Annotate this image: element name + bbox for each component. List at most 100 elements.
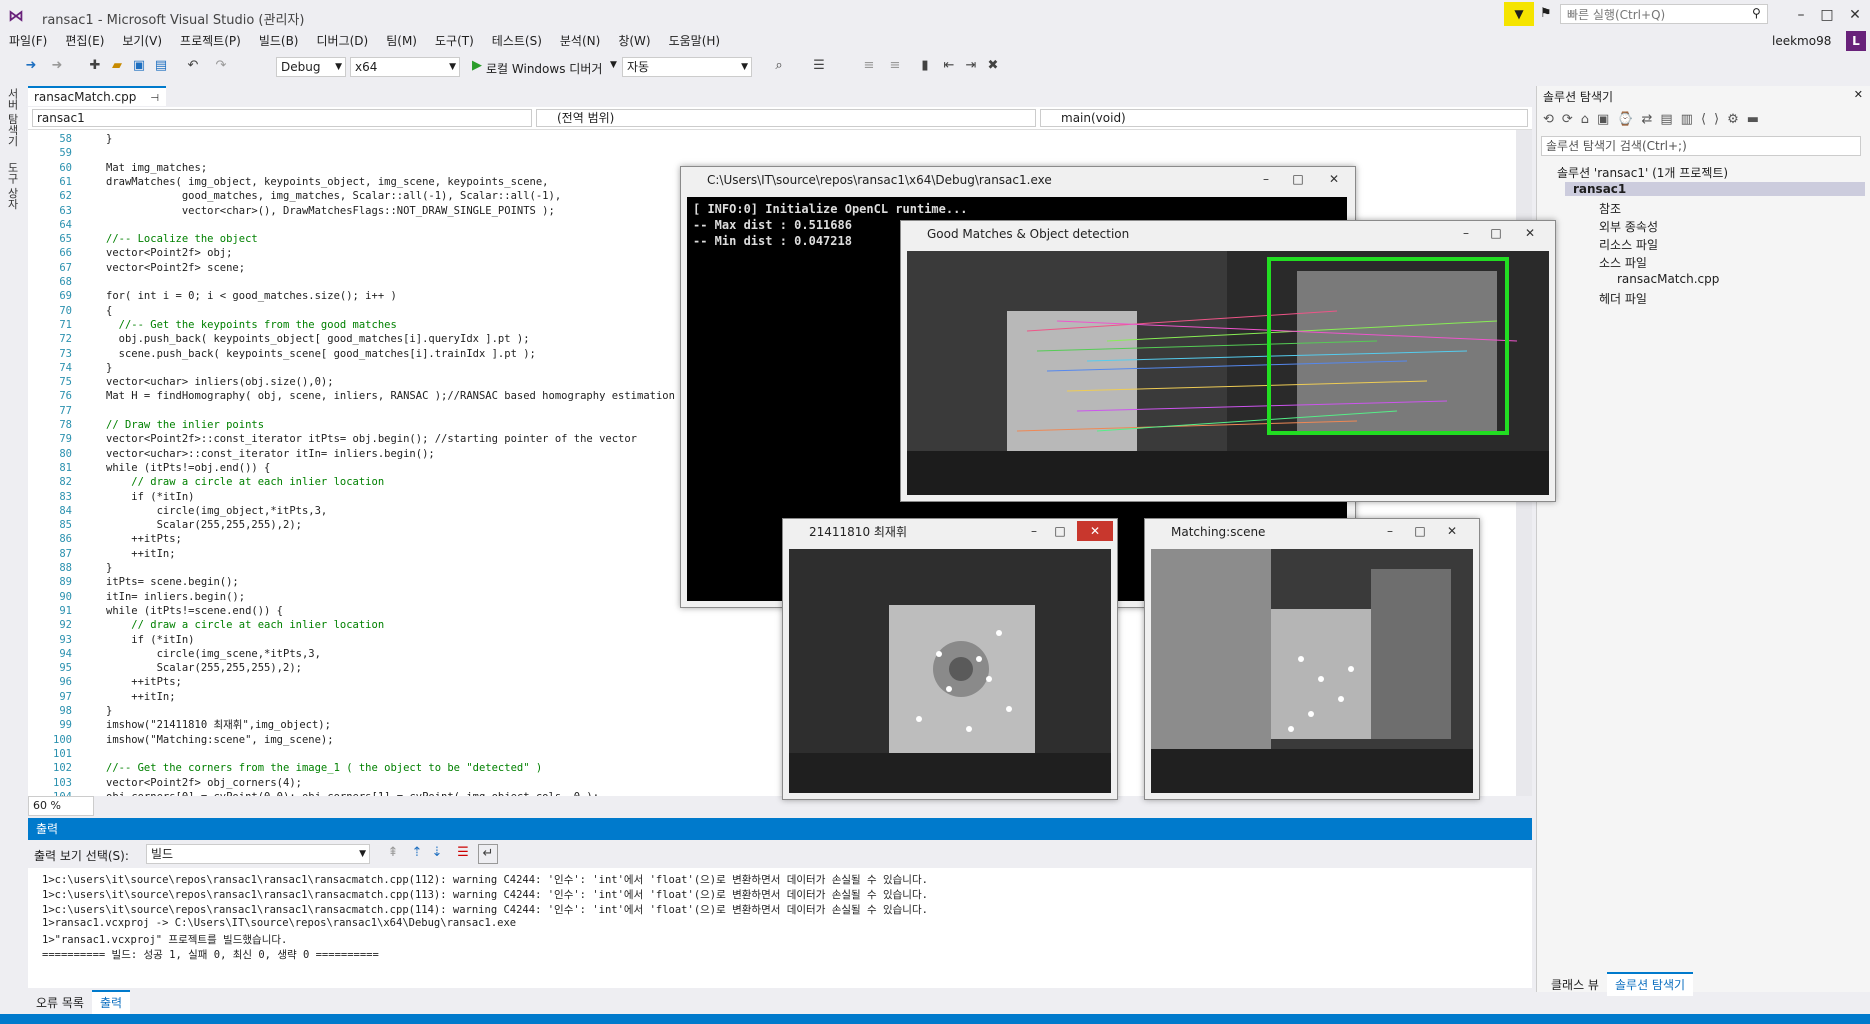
menu-test[interactable]: 테스트(S) xyxy=(483,30,551,52)
save-all-icon[interactable]: ▤ xyxy=(152,57,170,75)
outdent-icon[interactable]: ≡ xyxy=(886,57,904,75)
maximize-button[interactable]: □ xyxy=(1407,521,1433,541)
tab-class-view[interactable]: 클래스 뷰 xyxy=(1543,974,1607,996)
output-text[interactable]: 1>c:\users\it\source\repos\ransac1\ransa… xyxy=(28,868,1532,988)
tree-references[interactable]: 참조 xyxy=(1599,200,1621,217)
clear-all-icon[interactable]: ☰ xyxy=(454,844,472,862)
output-line: 1>ransac1.vcxproj -> C:\Users\IT\source\… xyxy=(42,917,517,929)
menu-view[interactable]: 보기(V) xyxy=(113,30,171,52)
forward-icon[interactable]: ➜ xyxy=(48,57,66,75)
server-explorer-tab[interactable]: 서버 탐색기 xyxy=(4,88,20,147)
tab-solution-explorer[interactable]: 솔루션 탐색기 xyxy=(1606,972,1694,996)
close-button[interactable]: ✕ xyxy=(1517,223,1543,243)
open-file-icon[interactable]: ▰ xyxy=(108,57,126,75)
solution-explorer-toolbar[interactable]: ⟲⟳⌂▣⌚⇄▤▥⟨⟩⚙▬ xyxy=(1543,112,1767,127)
scope-select[interactable]: (전역 범위) xyxy=(536,109,1036,127)
console-line: [ INFO:0] Initialize OpenCL runtime... xyxy=(693,202,968,216)
matches-window[interactable]: Good Matches & Object detection – □ ✕ xyxy=(900,220,1556,502)
minimize-button[interactable]: – xyxy=(1253,169,1279,189)
maximize-button[interactable]: □ xyxy=(1483,223,1509,243)
platform-select[interactable]: x64 ▼ xyxy=(350,57,460,77)
maximize-button[interactable]: □ xyxy=(1047,521,1073,541)
minimize-button[interactable]: – xyxy=(1021,521,1047,541)
configuration-select[interactable]: Debug ▼ xyxy=(276,57,346,77)
code-text: vector<uchar> inliers(obj.size(),0); xyxy=(106,376,334,389)
find-message-icon[interactable]: ⇞ xyxy=(384,844,402,862)
menu-help[interactable]: 도움말(H) xyxy=(660,30,730,52)
project-select[interactable]: ransac1 xyxy=(32,109,532,127)
tree-source-files[interactable]: 소스 파일 xyxy=(1599,254,1647,271)
close-button[interactable]: ✕ xyxy=(1321,169,1347,189)
menu-edit[interactable]: 편집(E) xyxy=(56,30,113,52)
new-project-icon[interactable]: ✚ xyxy=(86,57,104,75)
back-icon[interactable]: ➜ xyxy=(22,57,40,75)
menu-build[interactable]: 빌드(B) xyxy=(250,30,308,52)
chevron-down-icon[interactable]: ▼ xyxy=(610,60,617,70)
menu-project[interactable]: 프로젝트(P) xyxy=(171,30,250,52)
tab-error-list[interactable]: 오류 목록 xyxy=(28,992,92,1014)
avatar[interactable]: L xyxy=(1846,31,1866,51)
word-wrap-icon[interactable]: ↵ xyxy=(478,844,498,864)
solution-config-select[interactable]: 자동 ▼ xyxy=(622,57,752,77)
next-bookmark-icon[interactable]: ⇥ xyxy=(962,57,980,75)
find-icon[interactable]: ⌕ xyxy=(770,57,788,75)
quick-launch-input[interactable]: 빠른 실행(Ctrl+Q) xyxy=(1560,4,1768,24)
maximize-button[interactable]: □ xyxy=(1285,169,1311,189)
menu-analyze[interactable]: 분석(N) xyxy=(551,30,609,52)
menu-tools[interactable]: 도구(T) xyxy=(426,30,483,52)
menu-debug[interactable]: 디버그(D) xyxy=(308,30,378,52)
bookmark-icon[interactable]: ▮ xyxy=(916,57,934,75)
output-source-select[interactable]: 빌드 ▼ xyxy=(146,844,370,864)
menu-team[interactable]: 팀(M) xyxy=(377,30,426,52)
output-select-label: 출력 보기 선택(S): xyxy=(34,849,129,863)
tree-solution[interactable]: 솔루션 'ransac1' (1개 프로젝트) xyxy=(1557,164,1728,181)
undo-icon[interactable]: ↶ xyxy=(184,57,202,75)
code-text: //-- Get the keypoints from the good mat… xyxy=(106,318,397,331)
minimize-button[interactable]: – xyxy=(1453,223,1479,243)
line-number: 77 xyxy=(59,404,72,417)
close-icon[interactable]: ✕ xyxy=(1854,88,1863,101)
scene-window[interactable]: Matching:scene – □ ✕ xyxy=(1144,518,1480,800)
indent-icon[interactable]: ≡ xyxy=(860,57,878,75)
notification-filter-icon[interactable]: ▼ xyxy=(1504,2,1534,26)
menu-file[interactable]: 파일(F) xyxy=(0,30,56,52)
search-icon[interactable]: ⚲ xyxy=(1752,6,1761,20)
tab-ransacmatch-cpp[interactable]: ransacMatch.cpp ⊣ ✕ xyxy=(28,86,166,124)
pin-icon[interactable]: ⊣ xyxy=(150,93,159,104)
minimize-button[interactable]: – xyxy=(1377,521,1403,541)
object-window[interactable]: 21411810 최재휘 – □ ✕ xyxy=(782,518,1118,800)
toolbox-tab[interactable]: 도구 상자 xyxy=(4,162,20,210)
start-debugging-button[interactable]: 로컬 Windows 디버거 xyxy=(486,60,602,77)
member-select[interactable]: main(void) xyxy=(1040,109,1528,127)
tree-project[interactable]: ransac1 xyxy=(1565,182,1865,196)
solution-search-input[interactable]: 솔루션 탐색기 검색(Ctrl+;) xyxy=(1541,136,1861,156)
zoom-level[interactable]: 60 % xyxy=(28,796,94,816)
save-icon[interactable]: ▣ xyxy=(130,57,148,75)
prev-message-icon[interactable]: ⇡ xyxy=(408,844,426,862)
close-button[interactable]: ✕ xyxy=(1439,521,1465,541)
code-text: good_matches, img_matches, Scalar::all(-… xyxy=(106,190,562,203)
code-text: itPts= scene.begin(); xyxy=(106,576,239,589)
code-text: ++itPts; xyxy=(106,533,182,546)
code-text: drawMatches( img_object, keypoints_objec… xyxy=(106,175,549,188)
tree-external-deps[interactable]: 외부 종속성 xyxy=(1599,218,1658,235)
tree-project-label: ransac1 xyxy=(1573,182,1627,196)
menu-window[interactable]: 창(W) xyxy=(609,30,659,52)
redo-icon[interactable]: ↷ xyxy=(212,57,230,75)
se-bottom-tabs: 클래스 뷰 솔루션 탐색기 xyxy=(1543,972,1694,996)
feedback-icon[interactable]: ⚑ xyxy=(1540,6,1552,21)
close-button[interactable]: ✕ xyxy=(1832,0,1870,30)
tree-resource-files[interactable]: 리소스 파일 xyxy=(1599,236,1658,253)
next-message-icon[interactable]: ⇣ xyxy=(428,844,446,862)
user-name[interactable]: leekmo98 xyxy=(1772,34,1831,48)
prev-bookmark-icon[interactable]: ⇤ xyxy=(940,57,958,75)
close-button[interactable]: ✕ xyxy=(1077,521,1113,541)
clear-bookmarks-icon[interactable]: ✖ xyxy=(984,57,1002,75)
tab-output[interactable]: 출력 xyxy=(91,990,131,1014)
code-text: for( int i = 0; i < good_matches.size();… xyxy=(106,290,397,303)
chevron-down-icon: ▼ xyxy=(359,849,366,859)
tree-ransacmatch-cpp[interactable]: ransacMatch.cpp xyxy=(1617,272,1719,286)
comment-icon[interactable]: ☰ xyxy=(810,57,828,75)
play-icon[interactable]: ▶ xyxy=(468,57,486,75)
tree-header-files[interactable]: 헤더 파일 xyxy=(1599,290,1647,307)
